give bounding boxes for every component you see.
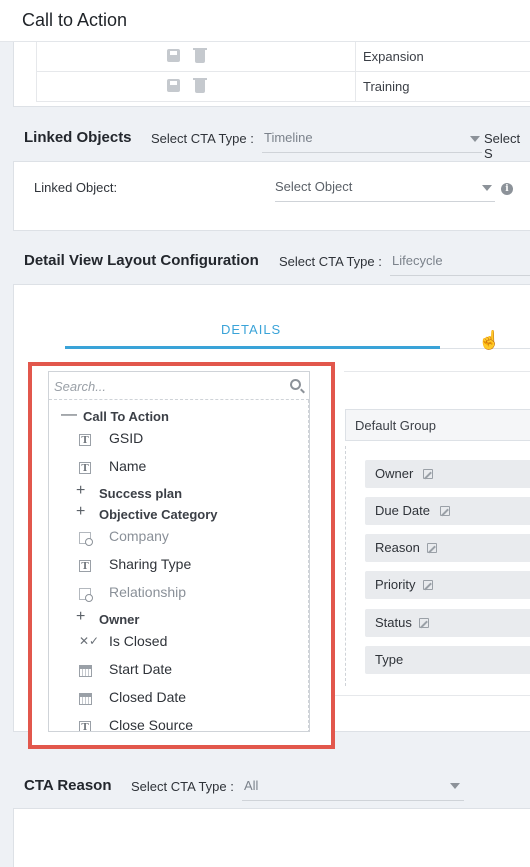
- cta-type-select[interactable]: Lifecycle: [392, 253, 443, 268]
- table-row: Training: [36, 72, 530, 102]
- trash-icon[interactable]: [193, 48, 207, 63]
- select-underline: [390, 275, 530, 276]
- chevron-down-icon[interactable]: [482, 185, 492, 191]
- expand-icon[interactable]: +: [76, 608, 85, 626]
- expand-icon[interactable]: +: [76, 482, 85, 500]
- list-item[interactable]: Name: [109, 458, 146, 474]
- tree-group-owner[interactable]: Owner: [99, 612, 139, 627]
- layout-field[interactable]: Reason: [365, 534, 530, 562]
- default-group-title: Default Group: [355, 418, 436, 433]
- column-divider: [355, 72, 356, 101]
- linked-object-label: Linked Object:: [34, 180, 118, 195]
- field-label: Owner: [375, 466, 414, 481]
- cta-type-select[interactable]: Timeline: [264, 130, 313, 145]
- list-item[interactable]: Is Closed: [109, 633, 167, 649]
- cta-type-select[interactable]: All: [244, 778, 258, 793]
- field-label: Priority: [375, 577, 416, 592]
- layout-field[interactable]: Status: [365, 609, 530, 637]
- expand-icon[interactable]: +: [76, 503, 85, 521]
- cta-reason-card: [13, 808, 530, 867]
- date-icon: [79, 665, 92, 677]
- save-icon[interactable]: [167, 79, 180, 92]
- edit-icon[interactable]: [423, 469, 433, 479]
- layout-field[interactable]: Priority: [365, 571, 530, 599]
- tab-details[interactable]: DETAILS: [221, 322, 281, 337]
- column-divider: [355, 42, 356, 71]
- collapse-icon[interactable]: —: [61, 406, 77, 424]
- lookup-icon: [79, 588, 93, 602]
- section-divider: [334, 695, 530, 696]
- edit-icon[interactable]: [427, 543, 437, 553]
- select-s-label: Select S: [484, 131, 521, 161]
- list-item[interactable]: Close Source: [109, 717, 193, 731]
- text-field-icon: T: [79, 434, 91, 446]
- field-label: Reason: [375, 540, 420, 555]
- cta-types-table-card: Expansion Training: [13, 42, 530, 107]
- tree-group-success-plan[interactable]: Success plan: [99, 486, 182, 501]
- search-icon[interactable]: [290, 379, 301, 390]
- list-item[interactable]: Sharing Type: [109, 556, 191, 572]
- boolean-icon: ✕✓: [79, 634, 100, 648]
- search-bar: [49, 372, 309, 400]
- active-tab-indicator: [65, 346, 440, 349]
- search-input[interactable]: [54, 377, 274, 395]
- edit-icon[interactable]: [423, 580, 433, 590]
- edit-icon[interactable]: [440, 506, 450, 516]
- list-item[interactable]: GSID: [109, 430, 143, 446]
- default-group-header[interactable]: Default Group: [345, 409, 530, 441]
- page-title: Call to Action: [22, 10, 128, 30]
- cta-type-select-label: Select CTA Type :: [131, 779, 234, 794]
- field-label: Type: [375, 652, 404, 667]
- cta-type-select-label: Select CTA Type :: [279, 254, 382, 269]
- layout-field[interactable]: Owner: [365, 460, 530, 488]
- layout-field[interactable]: Due Date: [365, 497, 530, 525]
- picker-scroll-edge: [308, 400, 309, 731]
- list-item[interactable]: Closed Date: [109, 689, 186, 705]
- text-field-icon: T: [79, 721, 91, 731]
- cta-type-label: Training: [363, 79, 410, 94]
- tree-group-objective-category[interactable]: Objective Category: [99, 507, 218, 522]
- field-picker: — Call To Action T GSID T Name + Success…: [48, 371, 310, 732]
- text-field-icon: T: [79, 560, 91, 572]
- select-underline: [275, 201, 495, 202]
- cta-reason-title: CTA Reason: [24, 777, 112, 794]
- select-underline: [262, 152, 482, 153]
- chevron-down-icon[interactable]: [470, 136, 480, 142]
- lookup-icon: [79, 532, 93, 546]
- list-item[interactable]: Company: [109, 528, 169, 544]
- info-icon[interactable]: i: [501, 183, 513, 195]
- list-item[interactable]: Relationship: [109, 584, 186, 600]
- chevron-down-icon[interactable]: [450, 783, 460, 789]
- cta-type-label: Expansion: [363, 49, 424, 64]
- edit-icon[interactable]: [419, 618, 429, 628]
- field-label: Due Date: [375, 503, 430, 518]
- table-row: Expansion: [36, 42, 530, 72]
- list-item[interactable]: Start Date: [109, 661, 172, 677]
- tree-group-call-to-action[interactable]: Call To Action: [83, 409, 169, 424]
- cta-type-select-label: Select CTA Type :: [151, 131, 254, 146]
- select-object-dropdown[interactable]: Select Object: [275, 179, 352, 194]
- linked-objects-title: Linked Objects: [24, 129, 132, 146]
- linked-object-card: Linked Object: Select Object i: [13, 161, 530, 231]
- field-label: Status: [375, 615, 412, 630]
- section-divider: [344, 371, 530, 372]
- text-field-icon: T: [79, 462, 91, 474]
- trash-icon[interactable]: [193, 78, 207, 93]
- save-icon[interactable]: [167, 49, 180, 62]
- hand-cursor-icon: ☝: [478, 330, 501, 350]
- select-underline: [242, 800, 464, 801]
- app-header: Call to Action: [0, 0, 530, 42]
- layout-field[interactable]: Type: [365, 646, 530, 674]
- date-icon: [79, 693, 92, 705]
- detail-view-title: Detail View Layout Configuration: [24, 252, 259, 269]
